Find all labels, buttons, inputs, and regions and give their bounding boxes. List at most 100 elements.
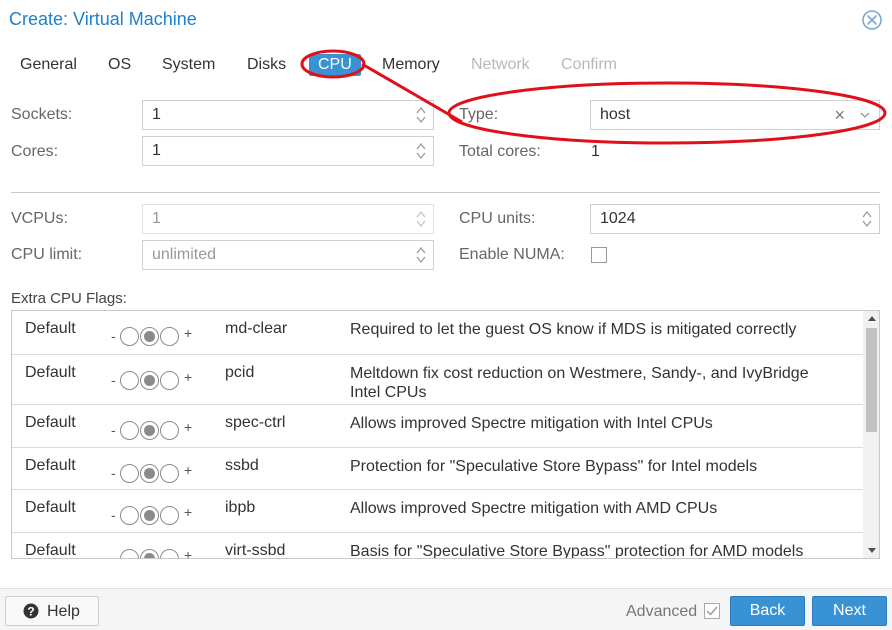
spinner-icon[interactable]: [415, 141, 427, 161]
cpu-flags-grid-body: Default - + md-clear Required to let the…: [12, 311, 863, 559]
radio-on[interactable]: [160, 506, 179, 525]
clear-icon[interactable]: ×: [834, 105, 845, 126]
minus-sign: -: [111, 507, 116, 523]
help-button[interactable]: ? Help: [5, 596, 99, 626]
window-title: Create: Virtual Machine: [9, 9, 197, 29]
flag-state: Default: [25, 414, 76, 431]
flag-state: Default: [25, 499, 76, 516]
tab-cpu[interactable]: CPU: [309, 54, 361, 76]
plus-sign: +: [184, 325, 193, 341]
flag-radio-group: - +: [111, 461, 201, 483]
spinner-icon[interactable]: [861, 209, 873, 229]
tab-general[interactable]: General: [20, 56, 77, 74]
sockets-value: 1: [152, 106, 161, 123]
type-value: host: [600, 106, 631, 123]
minus-sign: -: [111, 465, 116, 481]
minus-sign: -: [111, 422, 116, 438]
tab-os[interactable]: OS: [108, 56, 131, 74]
tab-system[interactable]: System: [162, 56, 215, 74]
table-row: Default - + pcid Meltdown fix cost reduc…: [12, 355, 863, 405]
total-cores-label: Total cores:: [459, 143, 541, 160]
advanced-label: Advanced: [626, 603, 698, 620]
flag-state: Default: [25, 542, 76, 559]
radio-default[interactable]: [140, 549, 159, 558]
flag-description: Allows improved Spectre mitigation with …: [350, 415, 713, 432]
tab-memory[interactable]: Memory: [382, 56, 440, 74]
back-button[interactable]: Back: [730, 596, 805, 626]
flag-name: virt-ssbd: [225, 542, 286, 559]
table-row: Default - + md-clear Required to let the…: [12, 311, 863, 355]
radio-off[interactable]: [120, 464, 139, 483]
radio-on[interactable]: [160, 464, 179, 483]
cpu-limit-field[interactable]: unlimited: [142, 240, 434, 270]
radio-off[interactable]: [120, 421, 139, 440]
flag-state: Default: [25, 320, 76, 337]
section-divider: [11, 192, 880, 193]
table-row: Default - + ssbd Protection for "Specula…: [12, 448, 863, 490]
cpu-units-value: 1024: [600, 210, 636, 227]
table-row: Default - + ibpb Allows improved Spectre…: [12, 490, 863, 533]
radio-on[interactable]: [160, 371, 179, 390]
tab-network: Network: [471, 56, 530, 73]
radio-default[interactable]: [140, 371, 159, 390]
flag-description: Meltdown fix cost reduction on Westmere,…: [350, 365, 809, 401]
plus-sign: +: [184, 462, 193, 478]
tab-confirm: Confirm: [561, 56, 618, 73]
grid-scrollbar[interactable]: [863, 311, 879, 558]
plus-sign: +: [184, 419, 193, 435]
flag-name: md-clear: [225, 320, 288, 337]
cpu-units-label: CPU units:: [459, 210, 536, 227]
svg-text:?: ?: [27, 604, 34, 618]
flag-radio-group: - +: [111, 368, 201, 390]
vcpus-value: 1: [152, 210, 161, 227]
minus-sign: -: [111, 372, 116, 388]
type-label: Type:: [459, 106, 499, 123]
radio-off[interactable]: [120, 371, 139, 390]
flag-radio-group: - +: [111, 324, 201, 346]
close-icon[interactable]: [861, 9, 883, 31]
scroll-down-icon[interactable]: [868, 548, 876, 553]
sockets-field[interactable]: 1: [142, 100, 434, 130]
total-cores-value: 1: [591, 143, 600, 160]
cores-field[interactable]: 1: [142, 136, 434, 166]
tab-disks[interactable]: Disks: [247, 56, 286, 74]
scroll-up-icon[interactable]: [868, 316, 876, 321]
radio-off[interactable]: [120, 327, 139, 346]
radio-default[interactable]: [140, 506, 159, 525]
advanced-checkbox[interactable]: [704, 603, 720, 619]
table-row: Default - + spec-ctrl Allows improved Sp…: [12, 405, 863, 448]
numa-checkbox[interactable]: [591, 247, 607, 263]
radio-default[interactable]: [140, 464, 159, 483]
flag-description: Basis for "Speculative Store Bypass" pro…: [350, 543, 804, 559]
flag-description: Required to let the guest OS know if MDS…: [350, 321, 797, 338]
spinner-icon: [416, 210, 426, 228]
flag-radio-group: - +: [111, 418, 201, 440]
cpu-limit-label: CPU limit:: [11, 246, 83, 263]
radio-on[interactable]: [160, 421, 179, 440]
flag-radio-group: - +: [111, 546, 201, 559]
radio-default[interactable]: [140, 421, 159, 440]
flag-radio-group: - +: [111, 503, 201, 525]
chevron-down-icon[interactable]: [859, 106, 871, 124]
scroll-thumb[interactable]: [866, 328, 877, 432]
minus-sign: -: [111, 550, 116, 559]
flag-description: Allows improved Spectre mitigation with …: [350, 500, 718, 517]
vcpus-label: VCPUs:: [11, 210, 68, 227]
tab-bar: General OS System Disks CPU Memory Netwo…: [0, 48, 892, 82]
radio-on[interactable]: [160, 327, 179, 346]
cores-label: Cores:: [11, 143, 59, 160]
radio-off[interactable]: [120, 506, 139, 525]
next-button[interactable]: Next: [812, 596, 887, 626]
radio-off[interactable]: [120, 549, 139, 558]
cpu-units-field[interactable]: 1024: [590, 204, 880, 234]
flag-description: Protection for "Speculative Store Bypass…: [350, 458, 758, 475]
radio-default[interactable]: [140, 327, 159, 346]
type-combobox[interactable]: host ×: [590, 100, 880, 130]
cpu-limit-placeholder: unlimited: [152, 246, 217, 263]
flag-name: ssbd: [225, 457, 259, 474]
spinner-icon[interactable]: [415, 105, 427, 125]
radio-on[interactable]: [160, 549, 179, 558]
cores-value: 1: [152, 142, 161, 159]
question-circle-icon: ?: [23, 603, 39, 619]
spinner-icon[interactable]: [415, 245, 427, 265]
